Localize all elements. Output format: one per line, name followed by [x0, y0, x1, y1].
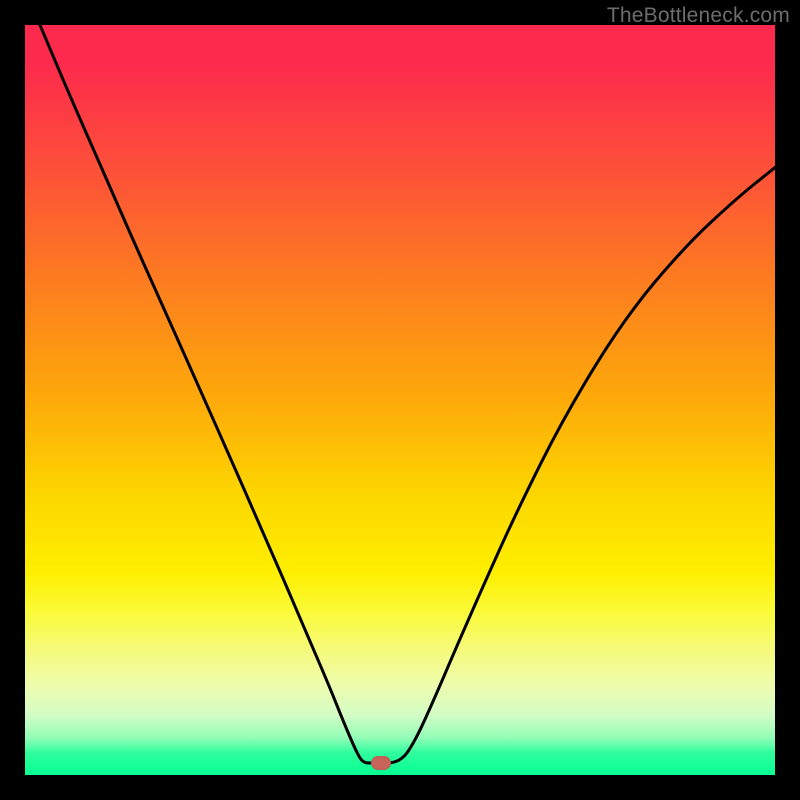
plot-area: [25, 25, 775, 775]
watermark-text: TheBottleneck.com: [607, 4, 790, 28]
bottleneck-curve: [40, 25, 775, 763]
chart-frame: TheBottleneck.com: [0, 0, 800, 800]
optimal-marker: [371, 756, 391, 770]
curve-svg: [25, 25, 775, 775]
